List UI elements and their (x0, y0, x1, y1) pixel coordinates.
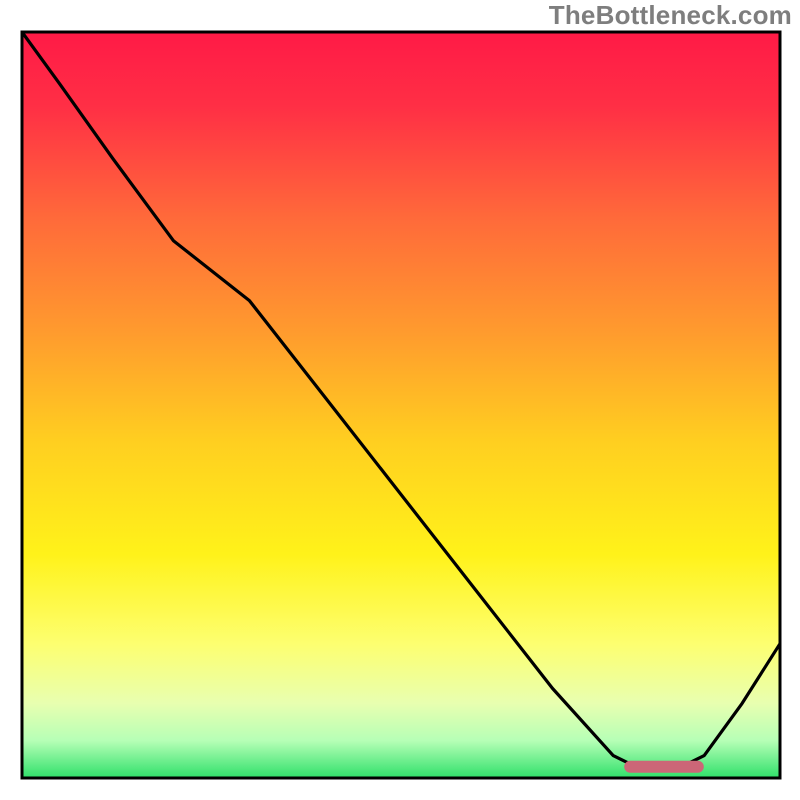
bottleneck-chart (0, 0, 800, 800)
watermark-text: TheBottleneck.com (549, 0, 792, 31)
plot-background (22, 32, 780, 778)
optimal-marker (624, 761, 704, 773)
chart-stage: TheBottleneck.com (0, 0, 800, 800)
